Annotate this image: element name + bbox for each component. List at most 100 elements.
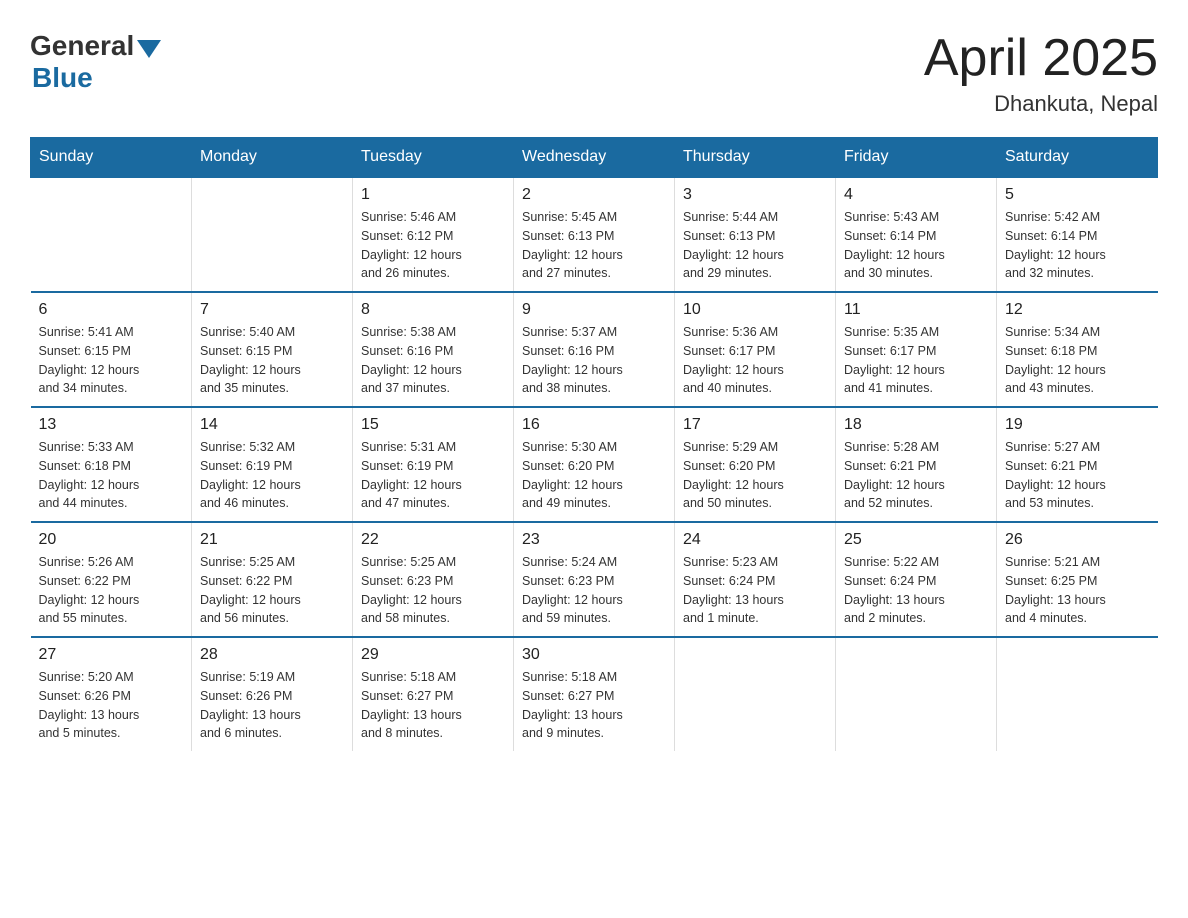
- weekday-header-monday: Monday: [192, 138, 353, 178]
- day-number: 11: [844, 301, 988, 319]
- calendar-cell: 23 Sunrise: 5:24 AM Sunset: 6:23 PM Dayli…: [514, 522, 675, 637]
- day-number: 16: [522, 416, 666, 434]
- day-number: 21: [200, 531, 344, 549]
- day-number: 18: [844, 416, 988, 434]
- calendar-cell: 30 Sunrise: 5:18 AM Sunset: 6:27 PM Dayli…: [514, 637, 675, 751]
- day-number: 6: [39, 301, 184, 319]
- calendar-cell: 28 Sunrise: 5:19 AM Sunset: 6:26 PM Dayli…: [192, 637, 353, 751]
- day-number: 19: [1005, 416, 1150, 434]
- calendar-subtitle: Dhankuta, Nepal: [924, 91, 1158, 117]
- day-number: 20: [39, 531, 184, 549]
- calendar-title: April 2025: [924, 30, 1158, 87]
- calendar-cell: 4 Sunrise: 5:43 AM Sunset: 6:14 PM Daylig…: [836, 177, 997, 292]
- calendar-cell: [31, 177, 192, 292]
- calendar-cell: [997, 637, 1158, 751]
- day-info: Sunrise: 5:25 AM Sunset: 6:23 PM Dayligh…: [361, 553, 505, 628]
- day-info: Sunrise: 5:45 AM Sunset: 6:13 PM Dayligh…: [522, 208, 666, 283]
- calendar-cell: 26 Sunrise: 5:21 AM Sunset: 6:25 PM Dayli…: [997, 522, 1158, 637]
- weekday-header-thursday: Thursday: [675, 138, 836, 178]
- day-number: 15: [361, 416, 505, 434]
- day-number: 1: [361, 186, 505, 204]
- calendar-week-row: 27 Sunrise: 5:20 AM Sunset: 6:26 PM Dayli…: [31, 637, 1158, 751]
- day-info: Sunrise: 5:18 AM Sunset: 6:27 PM Dayligh…: [522, 668, 666, 743]
- day-info: Sunrise: 5:24 AM Sunset: 6:23 PM Dayligh…: [522, 553, 666, 628]
- day-info: Sunrise: 5:33 AM Sunset: 6:18 PM Dayligh…: [39, 438, 184, 513]
- calendar-cell: 21 Sunrise: 5:25 AM Sunset: 6:22 PM Dayli…: [192, 522, 353, 637]
- day-number: 14: [200, 416, 344, 434]
- day-info: Sunrise: 5:25 AM Sunset: 6:22 PM Dayligh…: [200, 553, 344, 628]
- day-number: 27: [39, 646, 184, 664]
- day-number: 12: [1005, 301, 1150, 319]
- logo-triangle-icon: [137, 40, 161, 58]
- logo-general-text: General: [30, 30, 134, 62]
- calendar-week-row: 13 Sunrise: 5:33 AM Sunset: 6:18 PM Dayli…: [31, 407, 1158, 522]
- day-info: Sunrise: 5:28 AM Sunset: 6:21 PM Dayligh…: [844, 438, 988, 513]
- day-number: 30: [522, 646, 666, 664]
- calendar-cell: 3 Sunrise: 5:44 AM Sunset: 6:13 PM Daylig…: [675, 177, 836, 292]
- calendar-cell: 13 Sunrise: 5:33 AM Sunset: 6:18 PM Dayli…: [31, 407, 192, 522]
- day-number: 7: [200, 301, 344, 319]
- title-area: April 2025 Dhankuta, Nepal: [924, 30, 1158, 117]
- day-info: Sunrise: 5:27 AM Sunset: 6:21 PM Dayligh…: [1005, 438, 1150, 513]
- day-info: Sunrise: 5:22 AM Sunset: 6:24 PM Dayligh…: [844, 553, 988, 628]
- day-number: 3: [683, 186, 827, 204]
- day-info: Sunrise: 5:34 AM Sunset: 6:18 PM Dayligh…: [1005, 323, 1150, 398]
- day-info: Sunrise: 5:44 AM Sunset: 6:13 PM Dayligh…: [683, 208, 827, 283]
- calendar-week-row: 20 Sunrise: 5:26 AM Sunset: 6:22 PM Dayli…: [31, 522, 1158, 637]
- day-number: 23: [522, 531, 666, 549]
- calendar-cell: 22 Sunrise: 5:25 AM Sunset: 6:23 PM Dayli…: [353, 522, 514, 637]
- calendar-cell: 10Sunrise: 5:36 AM Sunset: 6:17 PM Dayli…: [675, 292, 836, 407]
- logo-blue-text: Blue: [32, 62, 93, 94]
- calendar-week-row: 6Sunrise: 5:41 AM Sunset: 6:15 PM Daylig…: [31, 292, 1158, 407]
- calendar-cell: [192, 177, 353, 292]
- page-header: General Blue April 2025 Dhankuta, Nepal: [30, 30, 1158, 117]
- day-info: Sunrise: 5:46 AM Sunset: 6:12 PM Dayligh…: [361, 208, 505, 283]
- day-number: 5: [1005, 186, 1150, 204]
- day-info: Sunrise: 5:43 AM Sunset: 6:14 PM Dayligh…: [844, 208, 988, 283]
- day-number: 26: [1005, 531, 1150, 549]
- calendar-cell: 24Sunrise: 5:23 AM Sunset: 6:24 PM Dayli…: [675, 522, 836, 637]
- calendar-cell: 1 Sunrise: 5:46 AM Sunset: 6:12 PM Daylig…: [353, 177, 514, 292]
- day-number: 13: [39, 416, 184, 434]
- day-info: Sunrise: 5:30 AM Sunset: 6:20 PM Dayligh…: [522, 438, 666, 513]
- calendar-cell: 17 Sunrise: 5:29 AM Sunset: 6:20 PM Dayli…: [675, 407, 836, 522]
- day-info: Sunrise: 5:40 AM Sunset: 6:15 PM Dayligh…: [200, 323, 344, 398]
- day-number: 17: [683, 416, 827, 434]
- logo: General Blue: [30, 30, 161, 94]
- day-info: Sunrise: 5:20 AM Sunset: 6:26 PM Dayligh…: [39, 668, 184, 743]
- calendar-table: SundayMondayTuesdayWednesdayThursdayFrid…: [30, 137, 1158, 751]
- day-info: Sunrise: 5:26 AM Sunset: 6:22 PM Dayligh…: [39, 553, 184, 628]
- day-number: 8: [361, 301, 505, 319]
- calendar-cell: 2Sunrise: 5:45 AM Sunset: 6:13 PM Daylig…: [514, 177, 675, 292]
- day-number: 10: [683, 301, 827, 319]
- day-number: 28: [200, 646, 344, 664]
- calendar-cell: 12 Sunrise: 5:34 AM Sunset: 6:18 PM Dayli…: [997, 292, 1158, 407]
- day-info: Sunrise: 5:31 AM Sunset: 6:19 PM Dayligh…: [361, 438, 505, 513]
- calendar-cell: 6Sunrise: 5:41 AM Sunset: 6:15 PM Daylig…: [31, 292, 192, 407]
- day-info: Sunrise: 5:32 AM Sunset: 6:19 PM Dayligh…: [200, 438, 344, 513]
- calendar-cell: 29 Sunrise: 5:18 AM Sunset: 6:27 PM Dayli…: [353, 637, 514, 751]
- day-info: Sunrise: 5:38 AM Sunset: 6:16 PM Dayligh…: [361, 323, 505, 398]
- day-info: Sunrise: 5:23 AM Sunset: 6:24 PM Dayligh…: [683, 553, 827, 628]
- day-number: 22: [361, 531, 505, 549]
- calendar-cell: 8 Sunrise: 5:38 AM Sunset: 6:16 PM Daylig…: [353, 292, 514, 407]
- calendar-cell: 15 Sunrise: 5:31 AM Sunset: 6:19 PM Dayli…: [353, 407, 514, 522]
- day-info: Sunrise: 5:37 AM Sunset: 6:16 PM Dayligh…: [522, 323, 666, 398]
- weekday-header-tuesday: Tuesday: [353, 138, 514, 178]
- calendar-cell: 5Sunrise: 5:42 AM Sunset: 6:14 PM Daylig…: [997, 177, 1158, 292]
- calendar-cell: 7 Sunrise: 5:40 AM Sunset: 6:15 PM Daylig…: [192, 292, 353, 407]
- day-info: Sunrise: 5:18 AM Sunset: 6:27 PM Dayligh…: [361, 668, 505, 743]
- calendar-cell: 14 Sunrise: 5:32 AM Sunset: 6:19 PM Dayli…: [192, 407, 353, 522]
- calendar-cell: 16 Sunrise: 5:30 AM Sunset: 6:20 PM Dayli…: [514, 407, 675, 522]
- day-info: Sunrise: 5:35 AM Sunset: 6:17 PM Dayligh…: [844, 323, 988, 398]
- day-number: 4: [844, 186, 988, 204]
- calendar-cell: 25Sunrise: 5:22 AM Sunset: 6:24 PM Dayli…: [836, 522, 997, 637]
- calendar-cell: [675, 637, 836, 751]
- day-info: Sunrise: 5:29 AM Sunset: 6:20 PM Dayligh…: [683, 438, 827, 513]
- day-info: Sunrise: 5:19 AM Sunset: 6:26 PM Dayligh…: [200, 668, 344, 743]
- calendar-header: SundayMondayTuesdayWednesdayThursdayFrid…: [31, 138, 1158, 178]
- calendar-cell: 20 Sunrise: 5:26 AM Sunset: 6:22 PM Dayli…: [31, 522, 192, 637]
- calendar-week-row: 1 Sunrise: 5:46 AM Sunset: 6:12 PM Daylig…: [31, 177, 1158, 292]
- day-info: Sunrise: 5:21 AM Sunset: 6:25 PM Dayligh…: [1005, 553, 1150, 628]
- day-number: 29: [361, 646, 505, 664]
